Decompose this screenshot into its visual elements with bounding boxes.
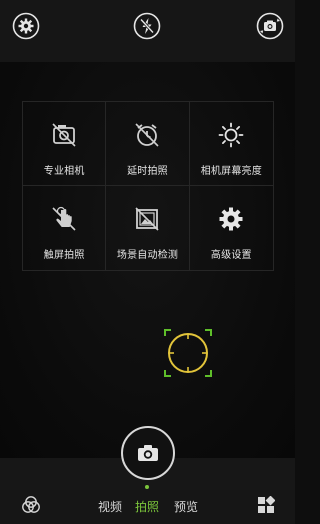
pro-camera-icon	[52, 123, 76, 147]
flash-off-icon	[133, 12, 161, 40]
menu-item-label: 延时拍照	[127, 166, 168, 177]
focus-reticle	[164, 329, 212, 377]
camera-switch-icon	[256, 12, 284, 40]
mode-video-tab[interactable]: 视频	[98, 498, 122, 515]
gallery-grid-icon	[258, 496, 275, 513]
gear-icon	[12, 12, 40, 40]
mode-preview-tab[interactable]: 预览	[174, 498, 198, 515]
camera-icon	[138, 445, 158, 461]
camera-switch-button[interactable]	[256, 12, 284, 40]
scene-detect-icon	[135, 207, 160, 231]
settings-button[interactable]	[12, 12, 40, 40]
brightness-icon	[218, 122, 244, 148]
touch-shoot-icon	[52, 206, 76, 231]
gear-icon	[219, 207, 243, 231]
menu-item-advanced-settings[interactable]: 高级设置	[190, 186, 273, 270]
menu-item-label: 高级设置	[210, 250, 252, 261]
filters-icon	[22, 496, 40, 513]
shutter-button[interactable]	[121, 426, 175, 480]
quick-settings-menu: 专业相机 延时拍照 相机屏幕亮度 触屏拍照 场景自动检测 高级设置	[22, 101, 274, 271]
menu-item-label: 触屏拍照	[43, 250, 85, 261]
menu-item-brightness[interactable]: 相机屏幕亮度	[189, 102, 273, 186]
menu-item-touch-shoot[interactable]: 触屏拍照	[23, 186, 107, 270]
flash-toggle-button[interactable]	[133, 12, 161, 40]
menu-item-pro-camera[interactable]: 专业相机	[23, 102, 107, 186]
menu-item-scene-detect[interactable]: 场景自动检测	[106, 186, 190, 270]
mode-photo-tab[interactable]: 拍照	[135, 498, 159, 515]
menu-item-label: 相机屏幕亮度	[200, 166, 262, 177]
timer-icon	[135, 123, 160, 147]
active-mode-indicator	[145, 485, 149, 489]
menu-item-label: 专业相机	[43, 166, 85, 177]
gallery-button[interactable]	[255, 494, 277, 516]
menu-item-timer[interactable]: 延时拍照	[106, 102, 190, 186]
filters-button[interactable]	[20, 494, 42, 516]
menu-item-label: 场景自动检测	[116, 250, 179, 261]
